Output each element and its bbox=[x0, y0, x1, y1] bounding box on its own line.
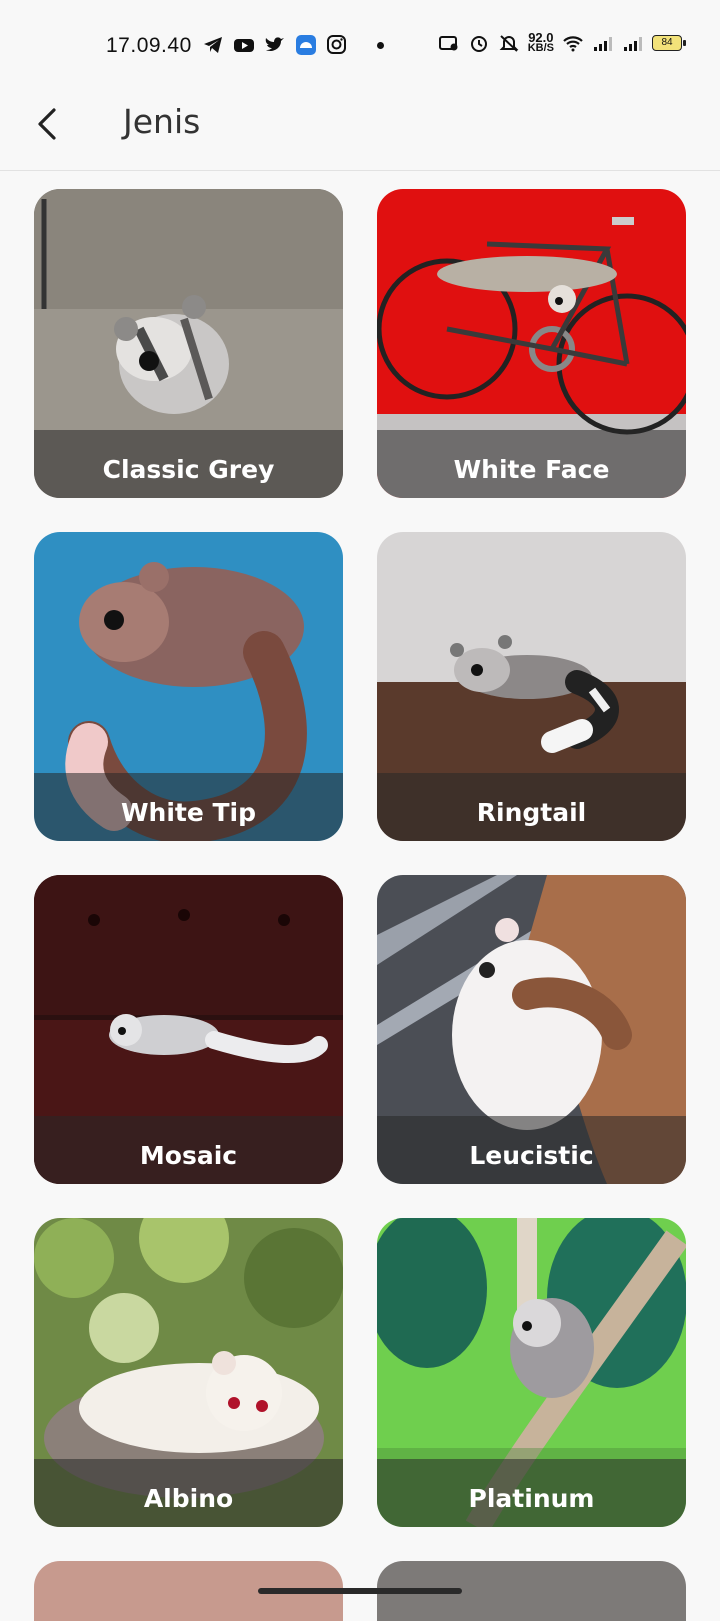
card-label: Ringtail bbox=[476, 798, 587, 827]
wifi-icon bbox=[563, 36, 583, 52]
twitter-icon bbox=[265, 37, 284, 51]
card-white-face[interactable]: White Face bbox=[377, 189, 686, 498]
screen-record-icon bbox=[438, 36, 458, 51]
card-albino[interactable]: Albino bbox=[34, 1218, 343, 1527]
card-label: Albino bbox=[143, 1484, 234, 1513]
back-arrow-icon[interactable] bbox=[30, 104, 70, 144]
card-platinum[interactable]: Platinum bbox=[377, 1218, 686, 1527]
notification-icons bbox=[202, 35, 384, 55]
page-title: Jenis bbox=[123, 102, 201, 141]
card-label: Platinum bbox=[468, 1484, 595, 1513]
card-mosaic[interactable]: Mosaic bbox=[34, 875, 343, 1184]
system-icons: 92.0 KB/S 84 bbox=[438, 31, 686, 54]
type-grid: Classic Grey White Face White Tip Ringta… bbox=[34, 189, 686, 1527]
signal-2-icon bbox=[624, 37, 642, 51]
network-speed-unit: KB/S bbox=[527, 42, 554, 54]
telegram-icon bbox=[204, 37, 222, 53]
card-label: White Tip bbox=[120, 798, 257, 827]
signal-1-icon bbox=[594, 37, 612, 51]
status-bar: 17.09.40 92.0 KB/S 84 bbox=[0, 0, 720, 90]
card-leucistic[interactable]: Leucistic bbox=[377, 875, 686, 1184]
network-speed: 92.0 KB/S bbox=[527, 31, 554, 54]
card-label: Classic Grey bbox=[102, 455, 275, 484]
card-white-tip[interactable]: White Tip bbox=[34, 532, 343, 841]
card-classic-grey[interactable]: Classic Grey bbox=[34, 189, 343, 498]
app-bar: Jenis bbox=[0, 90, 720, 171]
youtube-icon bbox=[234, 39, 254, 52]
home-indicator[interactable] bbox=[258, 1588, 462, 1594]
status-time: 17.09.40 bbox=[106, 34, 192, 57]
instagram-icon bbox=[327, 35, 346, 54]
mute-bell-icon bbox=[499, 35, 519, 52]
card-label: Leucistic bbox=[469, 1141, 594, 1170]
card-ringtail[interactable]: Ringtail bbox=[377, 532, 686, 841]
more-notifications-dot bbox=[377, 41, 384, 49]
battery-icon: 84 bbox=[652, 35, 686, 51]
android-app-icon bbox=[296, 35, 316, 55]
card-label: White Face bbox=[453, 455, 610, 484]
card-label: Mosaic bbox=[139, 1141, 238, 1170]
alarm-icon bbox=[470, 36, 487, 52]
